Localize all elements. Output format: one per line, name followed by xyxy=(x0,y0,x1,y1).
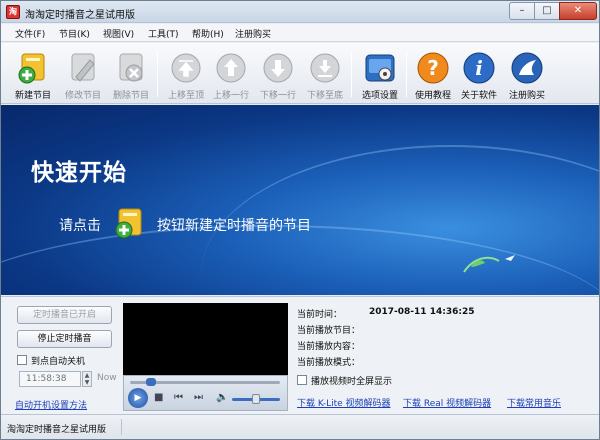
title-bar[interactable]: 淘 淘淘定时播音之星试用版 – □ ✕ xyxy=(1,1,599,23)
about-icon: i xyxy=(463,52,495,84)
stop-icon[interactable]: ■ xyxy=(154,392,163,403)
play-button[interactable]: ▶ xyxy=(128,388,148,408)
add-program-icon xyxy=(115,208,142,239)
fullscreen-checkbox[interactable] xyxy=(297,375,307,385)
playing-program-label: 当前播放节目： xyxy=(297,326,361,336)
menu-program[interactable]: 节目(K) xyxy=(59,27,90,40)
quick-start-banner: 快速开始 请点击 按钮新建定时播音的节目 xyxy=(1,105,599,295)
settings-icon xyxy=(365,54,395,82)
banner-title: 快速开始 xyxy=(31,160,127,186)
window-title: 淘淘定时播音之星试用版 xyxy=(25,10,135,21)
register-icon xyxy=(511,52,543,84)
banner-hint-suffix: 按钮新建定时播音的节目 xyxy=(157,218,311,234)
previous-icon[interactable]: ⏮ xyxy=(174,392,183,403)
move-bottom-button[interactable]: 下移至底 xyxy=(300,47,350,102)
move-up-icon xyxy=(216,53,246,83)
edit-program-icon xyxy=(71,53,95,82)
delete-program-icon xyxy=(119,53,143,82)
minimize-button[interactable]: – xyxy=(509,2,535,20)
menu-bar: 文件(F) 节目(K) 视图(V) 工具(T) 帮助(H) 注册购买 xyxy=(1,24,599,42)
status-bar: 淘淘定时播音之星试用版 xyxy=(1,414,599,439)
move-bottom-icon xyxy=(310,53,340,83)
app-window: 淘 淘淘定时播音之星试用版 – □ ✕ 文件(F) 节目(K) 视图(V) 工具… xyxy=(0,0,600,440)
volume-thumb[interactable] xyxy=(252,394,260,404)
stop-timer-button[interactable]: 停止定时播音 xyxy=(17,330,112,348)
auto-shutdown-label: 到点自动关机 xyxy=(31,357,86,367)
move-top-icon xyxy=(171,53,201,83)
register-button[interactable]: 注册购买 xyxy=(502,47,552,102)
volume-icon[interactable]: 🔈 xyxy=(216,392,228,403)
svg-text:?: ? xyxy=(427,56,439,80)
add-program-icon xyxy=(18,53,45,84)
klite-download-link[interactable]: 下载 K-Lite 视频解码器 xyxy=(297,396,391,409)
shutdown-time-input[interactable]: 11:58:38 xyxy=(19,371,81,387)
toolbar: 新建节目 修改节目 删除节目 上移至顶 上移一行 下移一行 下移至底 选项设置 … xyxy=(1,43,599,104)
help-icon: ? xyxy=(417,52,449,84)
menu-tools[interactable]: 工具(T) xyxy=(148,27,179,40)
toolbar-label: 下移至底 xyxy=(306,91,343,101)
menu-view[interactable]: 视图(V) xyxy=(103,27,134,40)
app-logo-icon: 淘 xyxy=(6,5,20,19)
now-button[interactable]: Now xyxy=(97,373,117,383)
seek-thumb[interactable] xyxy=(146,378,156,386)
close-button[interactable]: ✕ xyxy=(559,2,597,20)
auto-boot-link[interactable]: 自动开机设置方法 xyxy=(15,398,87,411)
toolbar-label: 注册购买 xyxy=(508,91,545,101)
media-controls: ▶ ■ ⏮ ⏭ 🔈 xyxy=(123,375,288,411)
menu-help[interactable]: 帮助(H) xyxy=(192,27,224,40)
music-download-link[interactable]: 下载常用音乐 xyxy=(507,396,561,409)
menu-file[interactable]: 文件(F) xyxy=(15,27,45,40)
svg-text:i: i xyxy=(475,56,483,80)
options-button[interactable]: 选项设置 xyxy=(355,47,405,102)
delete-program-button[interactable]: 删除节目 xyxy=(106,47,156,102)
fullscreen-label: 播放视频时全屏显示 xyxy=(311,377,393,387)
move-down-icon xyxy=(263,53,293,83)
control-panel: 定时播音已开启 停止定时播音 到点自动关机 11:58:38 ▲ ▼ Now 自动… xyxy=(1,296,599,414)
leaf-decoration-icon xyxy=(463,255,515,273)
playing-mode-label: 当前播放模式： xyxy=(297,358,361,368)
next-icon[interactable]: ⏭ xyxy=(194,392,203,403)
menu-register[interactable]: 注册购买 xyxy=(235,27,271,40)
video-preview xyxy=(123,303,288,375)
status-separator xyxy=(121,419,122,435)
banner-hint-prefix: 请点击 xyxy=(59,218,101,234)
new-program-button[interactable]: 新建节目 xyxy=(8,47,58,102)
current-time-value: 2017-08-11 14:36:25 xyxy=(369,307,475,317)
maximize-button[interactable]: □ xyxy=(534,2,560,20)
playing-content-label: 当前播放内容： xyxy=(297,342,361,352)
auto-shutdown-checkbox[interactable] xyxy=(17,355,27,365)
time-spinner[interactable]: ▲ ▼ xyxy=(82,371,92,387)
timer-enabled-button[interactable]: 定时播音已开启 xyxy=(17,306,112,324)
toolbar-label: 删除节目 xyxy=(112,91,149,101)
current-time-label: 当前时间： xyxy=(297,310,343,320)
real-download-link[interactable]: 下载 Real 视频解码器 xyxy=(403,396,491,409)
status-text: 淘淘定时播音之星试用版 xyxy=(7,425,107,435)
